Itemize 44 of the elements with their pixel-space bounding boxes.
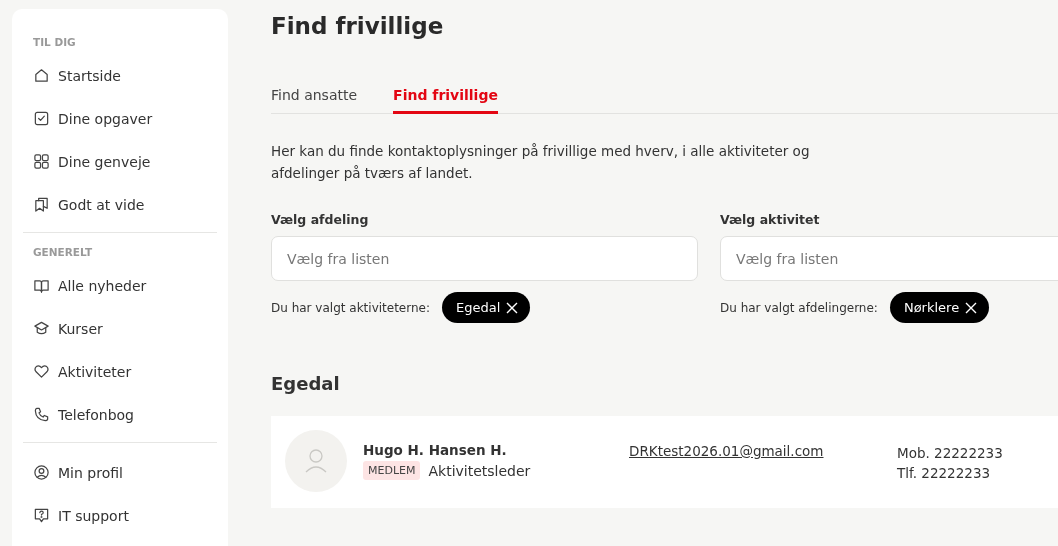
nav-item[interactable]: Aktiviteter [23,350,217,393]
selection-label: Du har valgt afdelingerne: [720,300,878,315]
filter-chip[interactable]: Egedal [442,292,531,323]
field-label: Vælg aktivitet [720,212,820,227]
graduation-cap-icon [33,320,50,337]
nav-item[interactable]: Godt at vide [23,183,217,226]
home-icon [33,67,50,84]
person-name: Hugo H. Hansen H. [363,442,508,458]
user-circle-icon [33,464,50,481]
nav-item[interactable]: Kurser [23,307,217,350]
field-label: Vælg afdeling [271,212,369,227]
nav-item[interactable]: Alle nyheder [23,264,217,307]
nav-item[interactable]: Min profil [23,451,217,494]
selection-label: Du har valgt aktiviteterne: [271,300,430,315]
heart-icon [33,363,50,380]
description: Her kan du finde kontaktoplysninger på frivillige med hverv, i alle aktiviteter og afdelinger på tværs af landet. [271,142,811,183]
close-icon [506,301,519,314]
filter-chip[interactable]: Nørklere [889,292,990,323]
nav-item[interactable]: Telefonbog [23,393,217,436]
group-heading: Egedal [271,373,340,394]
checkbox-icon [33,110,50,127]
nav-item[interactable]: IT support [23,494,217,537]
grid-icon [33,153,50,170]
section-heading: GENERELT [32,246,94,258]
select-field[interactable]: Vælg fra listen [271,236,698,281]
phone-icon [33,406,50,423]
phone-number: Tlf. 22222233 [897,464,992,483]
person-role: Aktivitetsleder [428,462,531,479]
tab[interactable]: Find frivillige [393,87,498,114]
nav-item[interactable]: Startside [23,54,217,97]
close-icon [965,301,978,314]
mobile-number: Mob. 22222233 [897,444,1003,463]
nav-item[interactable]: Dine opgaver [23,97,217,140]
section-heading: TIL DIG [32,36,77,48]
bookmarks-icon [33,196,50,213]
help-chat-icon [33,507,50,524]
tab[interactable]: Find ansatte [271,87,358,114]
member-badge: MEDLEM [363,461,421,480]
select-field[interactable]: Vælg fra listen [720,236,1058,281]
book-icon [33,277,50,294]
page-title: Find frivillige [271,13,444,39]
nav-item[interactable]: Dine genveje [23,140,217,183]
avatar-icon [285,430,347,492]
email-link[interactable]: DRKtest2026.01@gmail.com [629,443,824,459]
